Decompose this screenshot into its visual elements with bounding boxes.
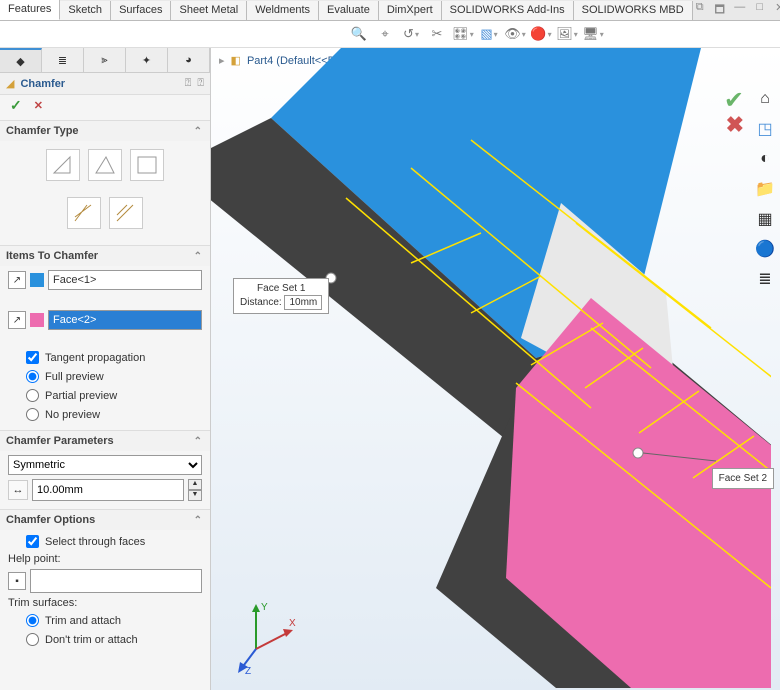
graphics-viewport[interactable]: ▸ ◧ Part4 (Default<<Default>... [211, 48, 780, 690]
edit-appearance-icon[interactable]: 🔴 [532, 25, 550, 43]
distance-input[interactable] [32, 479, 184, 501]
chamfer-dist-dist-icon[interactable] [88, 149, 122, 181]
restore-down-icon[interactable]: ⧉ [693, 1, 707, 20]
panel-tab-feature-manager[interactable]: ◆ [0, 48, 42, 72]
property-manager-panel: ◆ ≣ ⫸ ✦ ◕ ◢ Chamfer ⍰ ⍰ ✓ ✕ Chamfer Type… [0, 48, 211, 690]
home-icon[interactable]: ⌂ [754, 88, 776, 110]
chamfer-offset-face-icon[interactable] [109, 197, 143, 229]
view-toolbar: 🔍 ⌖ ↺ ✂ 🎛 ▧ 👁 🔴 🖼 🖥 [0, 21, 780, 48]
panel-tab-strip: ◆ ≣ ⫸ ✦ ◕ [0, 48, 210, 73]
section-params[interactable]: Chamfer Parameters⌃ [0, 431, 210, 451]
previous-view-icon[interactable]: ↺ [402, 25, 420, 43]
panel-tab-config[interactable]: ⫸ [84, 48, 126, 72]
svg-text:Z: Z [245, 666, 251, 674]
tab-sheet-metal[interactable]: Sheet Metal [171, 1, 247, 20]
confirm-row: ✓ ✕ [0, 95, 210, 120]
task-pane-tabs: ⌂ ◳ ◐ 📁 ▦ 🔵 ≣ [754, 88, 776, 290]
panel-tab-display[interactable]: ◕ [168, 48, 210, 72]
tab-sw-mbd[interactable]: SOLIDWORKS MBD [574, 1, 693, 20]
help-point-input[interactable] [30, 569, 202, 593]
tab-evaluate[interactable]: Evaluate [319, 1, 379, 20]
section-chamfer-type[interactable]: Chamfer Type⌃ [0, 121, 210, 141]
section-options[interactable]: Chamfer Options⌃ [0, 510, 210, 530]
pin-help-icon[interactable]: ⍰ [197, 77, 204, 90]
custom-props-icon[interactable]: ≣ [754, 268, 776, 290]
view-orientation-icon[interactable]: 🎛 [454, 25, 472, 43]
tab-weldments[interactable]: Weldments [247, 1, 319, 20]
tab-features[interactable]: Features [0, 0, 60, 20]
preview-full-radio: Full preview [8, 369, 202, 384]
view-settings-icon[interactable]: 🖥 [584, 25, 602, 43]
ok-button[interactable]: ✓ [10, 97, 22, 114]
color-swatch-blue [30, 273, 44, 287]
section-view-icon[interactable]: ✂ [428, 25, 446, 43]
tab-sw-addins[interactable]: SOLIDWORKS Add-Ins [442, 1, 574, 20]
face-set-1-input[interactable]: Face<1> [48, 270, 202, 290]
orientation-triad[interactable]: Y X Z [231, 594, 301, 674]
tab-dimxpert[interactable]: DimXpert [379, 1, 442, 20]
tab-sketch[interactable]: Sketch [60, 1, 111, 20]
color-swatch-pink [30, 313, 44, 327]
chamfer-icon: ◢ [6, 77, 14, 90]
trim-surfaces-label: Trim surfaces: [8, 597, 202, 609]
face-set-2-input[interactable]: Face<2> [48, 310, 202, 330]
minimize-icon[interactable]: — [733, 1, 747, 20]
panel-tab-dimxpert[interactable]: ✦ [126, 48, 168, 72]
preview-partial-radio: Partial preview [8, 388, 202, 403]
cancel-button[interactable]: ✕ [34, 99, 43, 112]
zoom-fit-icon[interactable]: 🔍 [350, 25, 368, 43]
svg-text:X: X [289, 618, 296, 629]
spin-down[interactable]: ▼ [188, 490, 202, 501]
svg-text:Y: Y [261, 602, 268, 613]
confirm-corner-cancel[interactable]: ✖ [726, 112, 744, 138]
help-icon[interactable]: ⍰ [185, 77, 192, 90]
selection-lock-2[interactable]: ↗ [8, 311, 26, 329]
tab-surfaces[interactable]: Surfaces [111, 1, 171, 20]
callout-face-set-2[interactable]: Face Set 2 [712, 468, 774, 489]
resources-icon[interactable]: ◳ [754, 118, 776, 140]
preview-none-radio: No preview [8, 407, 202, 422]
chamfer-angle-dist-icon[interactable] [46, 149, 80, 181]
feature-title-bar: ◢ Chamfer ⍰ ⍰ [0, 73, 210, 95]
panel-tab-property[interactable]: ≣ [42, 48, 84, 72]
feature-name: Chamfer [20, 78, 65, 90]
close-icon[interactable]: ✕ [773, 1, 780, 20]
zoom-area-icon[interactable]: ⌖ [376, 25, 394, 43]
spin-up[interactable]: ▲ [188, 479, 202, 490]
model-canvas [211, 48, 771, 688]
chamfer-method-select[interactable]: Symmetric [8, 455, 202, 475]
help-point-pick[interactable]: ▪ [8, 572, 26, 590]
distance-icon: ↔ [8, 480, 28, 500]
callout-face-set-1[interactable]: Face Set 1 Distance: 10mm [233, 278, 329, 314]
chamfer-vertex-icon[interactable] [130, 149, 164, 181]
doc-icon[interactable]: 🗖 [713, 1, 727, 20]
file-explorer-icon[interactable]: 📁 [754, 178, 776, 200]
appearances-icon[interactable]: 🔵 [754, 238, 776, 260]
maximize-icon[interactable]: □ [753, 1, 767, 20]
display-style-icon[interactable]: ▧ [480, 25, 498, 43]
command-manager-tabs: Features Sketch Surfaces Sheet Metal Wel… [0, 0, 780, 21]
callout-distance-value[interactable]: 10mm [284, 295, 322, 310]
design-library-icon[interactable]: ◐ [754, 148, 776, 170]
trim-attach-radio: Trim and attach [8, 613, 202, 628]
tangent-propagation-check: Tangent propagation [8, 350, 202, 365]
section-items[interactable]: Items To Chamfer⌃ [0, 246, 210, 266]
select-through-check: Select through faces [8, 534, 202, 549]
selection-lock-1[interactable]: ↗ [8, 271, 26, 289]
window-buttons: ⧉ 🗖 — □ ✕ [693, 1, 780, 20]
help-point-label: Help point: [8, 553, 202, 565]
hide-show-icon[interactable]: 👁 [506, 25, 524, 43]
view-palette-icon[interactable]: ▦ [754, 208, 776, 230]
apply-scene-icon[interactable]: 🖼 [558, 25, 576, 43]
chamfer-face-face-icon[interactable] [67, 197, 101, 229]
confirm-corner-ok[interactable]: ✔ [724, 86, 744, 115]
trim-none-radio: Don't trim or attach [8, 632, 202, 647]
